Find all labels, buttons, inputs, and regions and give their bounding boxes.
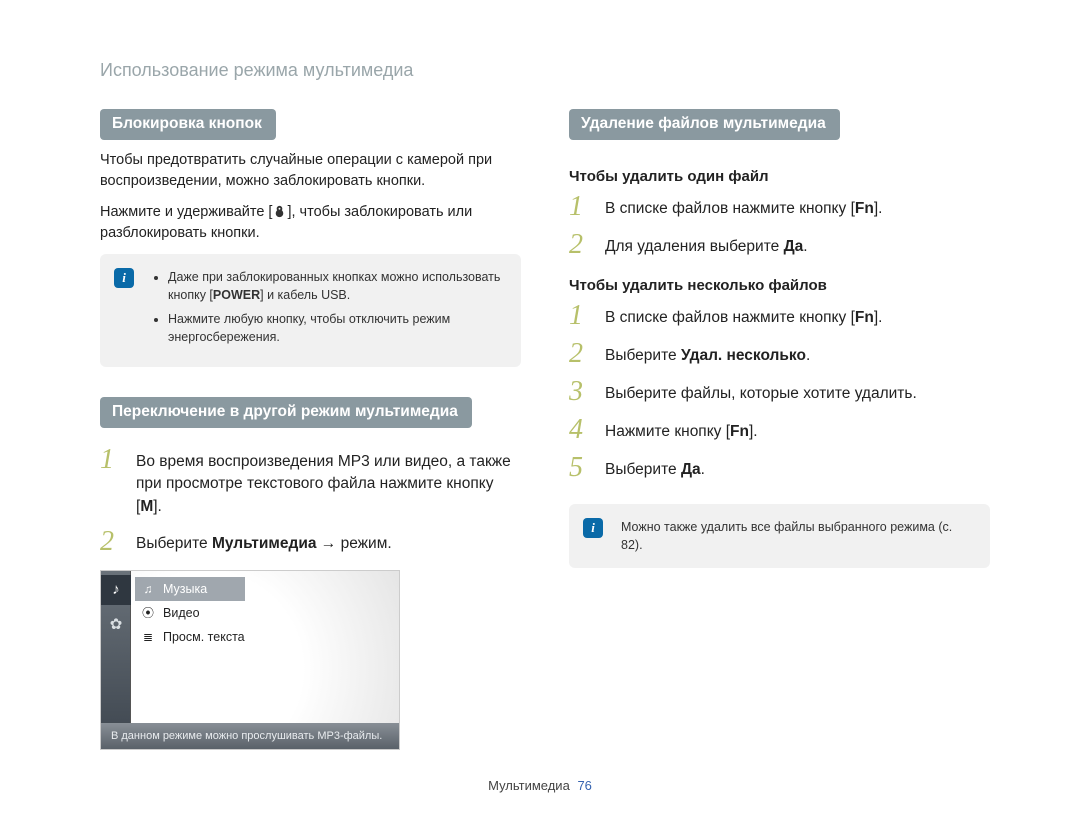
power-key-label: POWER <box>213 288 260 302</box>
text-icon: ≣ <box>141 630 155 644</box>
del-many-step2-before: Выберите <box>605 347 681 364</box>
m-key: M <box>140 498 153 515</box>
lock-instruction-before: Нажмите и удерживайте [ <box>100 204 272 220</box>
switch-step2-after: → режим. <box>316 535 391 552</box>
lock-note: i Даже при заблокированных кнопках можно… <box>100 254 521 367</box>
menu-caption: В данном режиме можно прослушивать MP3-ф… <box>101 723 399 749</box>
step-number-5: 5 <box>569 454 593 482</box>
delete-many-step-4: 4 Нажмите кнопку [Fn]. <box>569 416 990 444</box>
del-many-step4-after: ]. <box>749 423 758 440</box>
lock-instruction: Нажмите и удерживайте [], чтобы заблокир… <box>100 202 521 244</box>
switch-mode-header: Переключение в другой режим мультимедиа <box>100 397 472 428</box>
delete-several-bold: Удал. несколько <box>681 347 806 364</box>
music-icon: ♫ <box>141 582 155 596</box>
delete-many-step-5: 5 Выберите Да. <box>569 454 990 482</box>
film-tab-icon: ✿ <box>101 609 131 639</box>
right-column: Удаление файлов мультимедиа Чтобы удалит… <box>569 109 990 750</box>
lock-note-item-1: Даже при заблокированных кнопках можно и… <box>168 268 503 304</box>
step-number-1: 1 <box>100 446 124 474</box>
multimedia-bold: Мультимедиа <box>212 535 317 552</box>
fn-key: Fn <box>855 200 874 217</box>
del-many-step4-before: Нажмите кнопку [ <box>605 423 730 440</box>
lock-note-item-2: Нажмите любую кнопку, чтобы отключить ре… <box>168 310 503 346</box>
switch-step-1: 1 Во время воспроизведения MP3 или видео… <box>100 446 521 518</box>
delete-many-step-2: 2 Выберите Удал. несколько. <box>569 340 990 368</box>
page-footer: Мультимедиа 76 <box>0 778 1080 793</box>
delete-many-step-1: 1 В списке файлов нажмите кнопку [Fn]. <box>569 302 990 330</box>
page-section-title: Использование режима мультимедиа <box>100 60 990 81</box>
delete-all-note-text: Можно также удалить все файлы выбранного… <box>621 520 952 552</box>
delete-one-subtitle: Чтобы удалить один файл <box>569 168 990 185</box>
music-tab-icon: ♪ <box>101 575 131 605</box>
delete-all-note: i Можно также удалить все файлы выбранно… <box>569 504 990 568</box>
step-number-2: 2 <box>100 528 124 556</box>
del-one-step2-before: Для удаления выберите <box>605 238 784 255</box>
menu-item-video: ⦿ Видео <box>141 601 245 625</box>
delete-many-step-3: 3 Выберите файлы, которые хотите удалить… <box>569 378 990 406</box>
menu-video-label: Видео <box>163 606 200 620</box>
note-icon: i <box>114 268 134 288</box>
del-one-step1-before: В списке файлов нажмите кнопку [ <box>605 200 855 217</box>
left-column: Блокировка кнопок Чтобы предотвратить сл… <box>100 109 521 750</box>
yes-bold: Да <box>784 238 804 255</box>
menu-item-text: ≣ Просм. текста <box>141 625 245 649</box>
yes-bold: Да <box>681 461 701 478</box>
menu-item-music: ♫ Музыка <box>135 577 245 601</box>
del-one-step1-after: ]. <box>874 200 883 217</box>
del-many-step1-after: ]. <box>874 309 883 326</box>
video-icon: ⦿ <box>141 604 155 621</box>
lock-note-1-after: ] и кабель USB. <box>260 288 350 302</box>
del-many-step5-after: . <box>701 461 705 478</box>
step-number-4: 4 <box>569 416 593 444</box>
step-number-2: 2 <box>569 340 593 368</box>
footer-section-label: Мультимедиа <box>488 778 570 793</box>
del-many-step3-text: Выберите файлы, которые хотите удалить. <box>605 378 917 405</box>
step-number-1: 1 <box>569 302 593 330</box>
note-icon: i <box>583 518 603 538</box>
del-one-step2-after: . <box>803 238 807 255</box>
footer-page-number: 76 <box>577 778 591 793</box>
menu-preview: ♪ ✿ ♫ Музыка ⦿ Видео ≣ Просм. текста <box>100 570 400 750</box>
del-many-step2-after: . <box>806 347 810 364</box>
delete-files-header: Удаление файлов мультимедиа <box>569 109 840 140</box>
step-number-3: 3 <box>569 378 593 406</box>
switch-step2-before: Выберите <box>136 535 212 552</box>
menu-music-label: Музыка <box>163 582 207 596</box>
lock-description: Чтобы предотвратить случайные операции с… <box>100 150 521 192</box>
step-number-1: 1 <box>569 193 593 221</box>
delete-many-subtitle: Чтобы удалить несколько файлов <box>569 277 990 294</box>
switch-step1-after: ]. <box>153 498 162 515</box>
macro-icon <box>272 204 287 219</box>
delete-one-step-2: 2 Для удаления выберите Да. <box>569 231 990 259</box>
delete-one-step-1: 1 В списке файлов нажмите кнопку [Fn]. <box>569 193 990 221</box>
del-many-step5-before: Выберите <box>605 461 681 478</box>
del-many-step1-before: В списке файлов нажмите кнопку [ <box>605 309 855 326</box>
step-number-2: 2 <box>569 231 593 259</box>
menu-text-label: Просм. текста <box>163 630 245 644</box>
lock-buttons-header: Блокировка кнопок <box>100 109 276 140</box>
fn-key: Fn <box>730 423 749 440</box>
switch-step1-before: Во время воспроизведения MP3 или видео, … <box>136 453 511 515</box>
fn-key: Fn <box>855 309 874 326</box>
switch-step-2: 2 Выберите Мультимедиа → режим. <box>100 528 521 556</box>
